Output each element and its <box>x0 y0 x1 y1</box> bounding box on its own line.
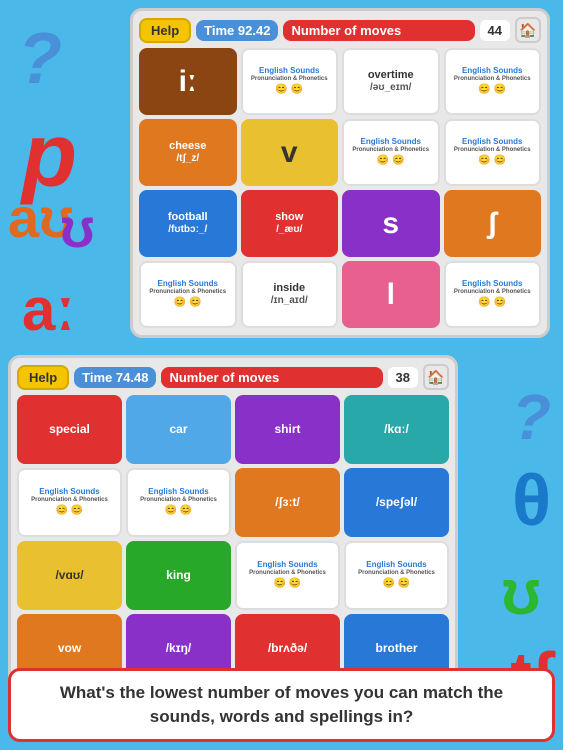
tile-v[interactable]: v <box>241 119 339 186</box>
tile-iz[interactable]: iː <box>139 48 237 115</box>
tile-es-4[interactable]: English Sounds Pronunciation & Phonetics… <box>444 119 542 186</box>
tile-football[interactable]: football/fʊtbɔː_/ <box>139 190 237 257</box>
top-moves-value: 44 <box>480 20 510 41</box>
tile-car[interactable]: car <box>126 395 231 464</box>
top-panel-header: Help Time 92.42 Number of moves 44 🏠 <box>139 17 541 43</box>
tile-es-5[interactable]: English Sounds Pronunciation & Phonetics… <box>139 261 237 328</box>
tile-l[interactable]: l <box>342 261 440 328</box>
tile-overtime[interactable]: overtime/əʊ_eɪm/ <box>342 48 440 115</box>
tile-es-b2[interactable]: English Sounds Pronunciation & Phonetics… <box>126 468 231 537</box>
footer-text: What's the lowest number of moves you ca… <box>60 683 503 726</box>
tile-special[interactable]: special <box>17 395 122 464</box>
tile-show[interactable]: show/_æʊ/ <box>241 190 339 257</box>
tile-kar[interactable]: /kɑː/ <box>344 395 449 464</box>
top-help-button[interactable]: Help <box>139 18 191 43</box>
tile-es-3[interactable]: English Sounds Pronunciation & Phonetics… <box>342 119 440 186</box>
tile-king[interactable]: king <box>126 541 231 610</box>
tile-es-b4[interactable]: English Sounds Pronunciation & Phonetics… <box>344 541 449 610</box>
top-moves-label: Number of moves <box>283 20 474 41</box>
letter-upsilon-left: ʊ <box>60 195 95 260</box>
bottom-moves-label: Number of moves <box>161 367 382 388</box>
tile-shert[interactable]: /ʃɜːt/ <box>235 468 340 537</box>
letter-upsilon-right: ʊ <box>501 555 541 629</box>
question-mark-left: ? <box>18 18 62 100</box>
bottom-moves-value: 38 <box>388 367 418 388</box>
bottom-home-button[interactable]: 🏠 <box>423 364 449 390</box>
tile-es-1[interactable]: English Sounds Pronunciation & Phonetics… <box>241 48 339 115</box>
tile-speshel[interactable]: /speʃəl/ <box>344 468 449 537</box>
top-time-display: Time 92.42 <box>196 20 278 41</box>
top-game-panel: Help Time 92.42 Number of moves 44 🏠 iː … <box>130 8 550 338</box>
letter-theta: θ <box>512 460 551 542</box>
tile-vau[interactable]: /vɑʊ/ <box>17 541 122 610</box>
right-decorative: ? θ ʊ tʃ <box>453 370 563 710</box>
tile-shirt[interactable]: shirt <box>235 395 340 464</box>
top-home-button[interactable]: 🏠 <box>515 17 541 43</box>
tile-es-2[interactable]: English Sounds Pronunciation & Phonetics… <box>444 48 542 115</box>
tile-sh[interactable]: ʃ <box>444 190 542 257</box>
tile-es-b1[interactable]: English Sounds Pronunciation & Phonetics… <box>17 468 122 537</box>
bottom-game-panel: Help Time 74.48 Number of moves 38 🏠 spe… <box>8 355 458 695</box>
tile-s[interactable]: s <box>342 190 440 257</box>
tile-cheese[interactable]: cheese/tʃ_z/ <box>139 119 237 186</box>
footer-text-box: What's the lowest number of moves you ca… <box>8 668 555 742</box>
tile-es-6[interactable]: English Sounds Pronunciation & Phonetics… <box>444 261 542 328</box>
tile-inside[interactable]: inside/ɪn_aɪd/ <box>241 261 339 328</box>
left-decorative: ? p aʊ ʊ aː <box>0 0 130 370</box>
tile-es-b3[interactable]: English Sounds Pronunciation & Phonetics… <box>235 541 340 610</box>
bottom-grid: special car shirt /kɑː/ English Sounds P… <box>17 395 449 683</box>
question-mark-right: ? <box>512 380 551 454</box>
top-grid: iː English Sounds Pronunciation & Phonet… <box>139 48 541 328</box>
letter-a-colon: aː <box>22 275 75 344</box>
